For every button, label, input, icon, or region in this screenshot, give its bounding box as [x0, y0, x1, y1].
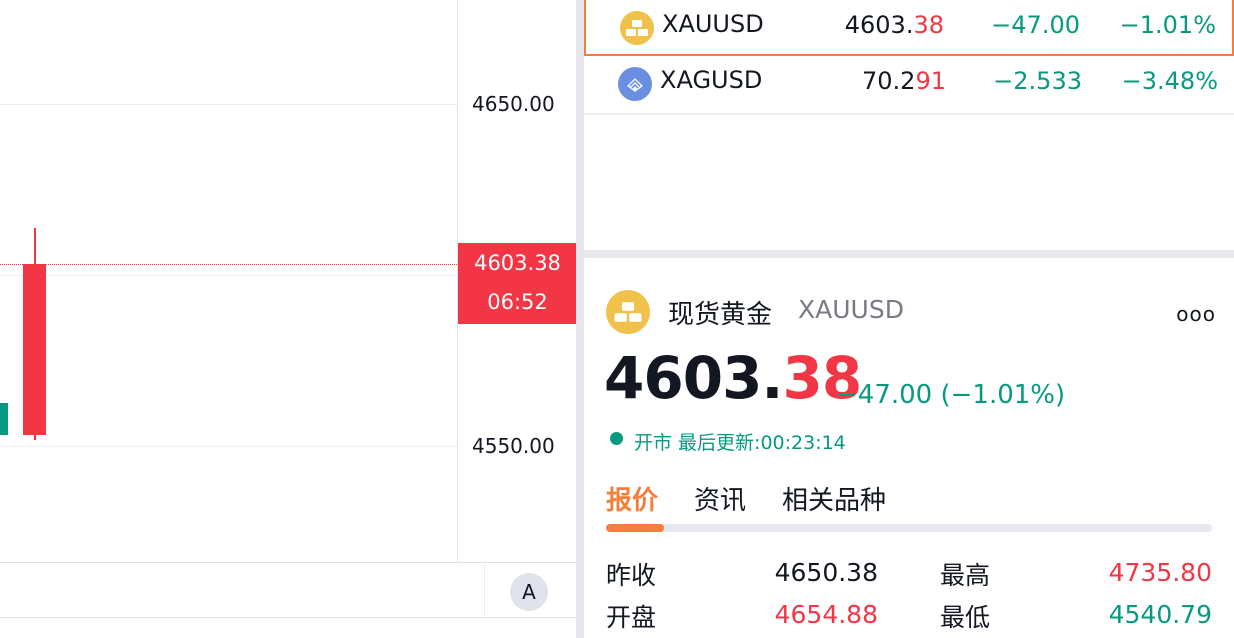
- axis-label-4650: 4650.00: [472, 92, 555, 116]
- gridline: [0, 446, 457, 447]
- detail-tabs: 报价 资讯 相关品种: [606, 480, 1212, 532]
- stat-value-high: 4735.80: [1108, 558, 1212, 587]
- chart-plot-area[interactable]: [0, 0, 457, 562]
- panel-divider[interactable]: [576, 0, 584, 638]
- candle-up: [0, 403, 8, 435]
- stat-label-low: 最低: [940, 603, 991, 632]
- symbol-name: 现货黄金: [668, 300, 773, 330]
- divider: [484, 563, 485, 619]
- last-price-tag: 4603.38 06:52: [458, 243, 577, 324]
- watchlist-change-pct: −3.48%: [1121, 67, 1218, 95]
- more-options-button[interactable]: ooo: [1176, 302, 1216, 326]
- tab-active-indicator: [606, 524, 664, 532]
- gridline: [0, 104, 457, 105]
- last-price-value: 4603.38: [474, 251, 561, 275]
- watchlist-symbol: XAGUSD: [660, 66, 763, 94]
- divider: [584, 113, 1234, 115]
- stat-label-prev-close: 昨收: [606, 561, 657, 590]
- watchlist-row-xauusd[interactable]: XAUUSD 4603.38 −47.00 −1.01%: [584, 0, 1234, 56]
- price-axis[interactable]: 4650.00 4550.00 4603.38 06:52: [457, 0, 577, 562]
- watchlist-symbol: XAUUSD: [662, 10, 764, 38]
- stat-label-high: 最高: [940, 561, 991, 590]
- stat-value-open: 4654.88: [774, 600, 878, 629]
- watchlist-price: 70.291: [862, 67, 946, 95]
- price-change: −47.00 (−1.01%): [836, 380, 1066, 410]
- watchlist-change: −47.00: [991, 11, 1080, 39]
- tab-news[interactable]: 资讯: [694, 480, 746, 517]
- auto-scale-button[interactable]: A: [510, 573, 548, 611]
- tab-quote[interactable]: 报价: [606, 480, 658, 517]
- candle-down: [23, 264, 46, 435]
- section-divider: [584, 250, 1234, 258]
- symbol-detail: 现货黄金 XAUUSD ooo 4603.38 −47.00 (−1.01%) …: [584, 258, 1234, 638]
- watchlist-price: 4603.38: [844, 11, 944, 39]
- stat-value-low: 4540.79: [1108, 600, 1212, 629]
- stat-label-open: 开盘: [606, 603, 657, 632]
- stat-value-prev-close: 4650.38: [774, 558, 878, 587]
- gold-bar-icon: [606, 290, 650, 334]
- bar-countdown: 06:52: [487, 290, 548, 314]
- tab-related[interactable]: 相关品种: [782, 480, 886, 517]
- time-axis[interactable]: A: [0, 562, 576, 619]
- gold-bar-icon: [620, 11, 654, 45]
- watchlist-change: −2.533: [993, 67, 1082, 95]
- axis-label-4550: 4550.00: [472, 434, 555, 458]
- silver-bar-icon: [618, 67, 652, 101]
- watchlist: XAUUSD 4603.38 −47.00 −1.01% XAGUSD 70.2…: [584, 0, 1234, 250]
- right-panel: XAUUSD 4603.38 −47.00 −1.01% XAGUSD 70.2…: [584, 0, 1234, 638]
- market-status: 开市 最后更新:00:23:14: [634, 432, 846, 454]
- current-price: 4603.38: [604, 344, 862, 412]
- watchlist-change-pct: −1.01%: [1119, 11, 1216, 39]
- watchlist-row-xagusd[interactable]: XAGUSD 70.291 −2.533 −3.48%: [584, 56, 1234, 112]
- price-chart[interactable]: 4650.00 4550.00 4603.38 06:52 A: [0, 0, 577, 638]
- gridline: [0, 275, 457, 276]
- symbol-code: XAUUSD: [798, 295, 904, 324]
- tab-track: [606, 524, 1212, 532]
- market-open-icon: [610, 432, 623, 445]
- last-price-line: [0, 264, 457, 265]
